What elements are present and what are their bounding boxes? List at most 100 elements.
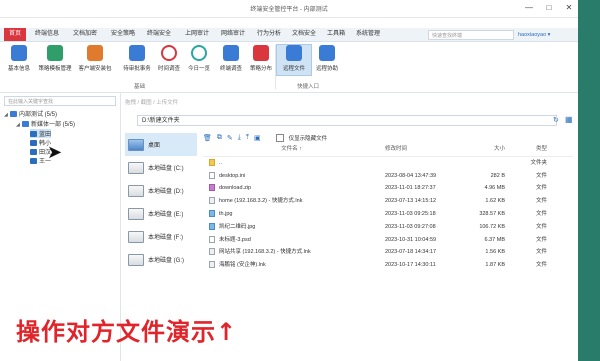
delete-icon[interactable]: 🗑 bbox=[203, 134, 212, 142]
drive-e[interactable]: 本地磁盘 (E:) bbox=[125, 202, 197, 225]
new-folder-icon[interactable]: ▣ bbox=[254, 134, 261, 142]
file-row[interactable]: 凯纪二维码.jpg 2023-11-03 09:27:08 106.72 KB 文件 bbox=[203, 221, 573, 234]
file-name: 网站共享 (192.168.3.2) - 快捷方式.lnk bbox=[209, 246, 374, 259]
file-date: 2023-11-01 18:27:37 bbox=[385, 185, 436, 192]
menu-doc-encrypt[interactable]: 文档加密 bbox=[68, 28, 102, 41]
path-input[interactable]: D:\新建文件夹 bbox=[137, 115, 557, 126]
drive-label: 本地磁盘 (F:) bbox=[148, 235, 183, 241]
file-size: 282 B bbox=[490, 172, 505, 179]
menu-behavior-analysis[interactable]: 行为分析 bbox=[252, 28, 286, 41]
file-row[interactable]: download.zip 2023-11-01 18:27:37 4.96 MB 文件 bbox=[203, 182, 573, 195]
download-icon[interactable]: ⤓ bbox=[238, 134, 241, 142]
file-row[interactable]: home (192.168.3.2) - 快捷方式.lnk 2023-07-13 … bbox=[203, 195, 573, 208]
ribbon-approval-button[interactable]: 待审批事务 bbox=[120, 45, 154, 72]
package-icon bbox=[87, 45, 103, 61]
file-row[interactable]: th.jpg 2023-11-03 09:25:18 328.57 KB 文件 bbox=[203, 208, 573, 221]
computer-icon bbox=[30, 158, 37, 165]
title-bar: 终端安全管控平台 - 内部测试 — □ ✕ bbox=[0, 0, 578, 18]
drive-c[interactable]: 本地磁盘 (C:) bbox=[125, 156, 197, 179]
menu-web-audit[interactable]: 上网审计 bbox=[180, 28, 214, 41]
menu-terminal-security[interactable]: 终端安全 bbox=[142, 28, 176, 41]
upload-icon[interactable]: ⤒ bbox=[246, 134, 249, 142]
file-name: 凯纪二维码.jpg bbox=[209, 221, 374, 234]
ribbon-template-button[interactable]: 策略模板管理 bbox=[38, 45, 72, 72]
ribbon-label: 终端调查 bbox=[219, 66, 242, 72]
file-date: 2023-08-04 13:47:39 bbox=[385, 172, 437, 179]
col-type-header[interactable]: 类型 bbox=[515, 143, 547, 156]
drive-label: 本地磁盘 (C:) bbox=[148, 166, 184, 172]
file-date: 2023-07-18 14:34:17 bbox=[385, 249, 437, 256]
tree-node-dept[interactable]: ◢ 新媒体一部 (5/5) bbox=[16, 119, 75, 128]
maximize-icon[interactable]: □ bbox=[544, 2, 554, 14]
menu-network-audit[interactable]: 网络审计 bbox=[216, 28, 250, 41]
ribbon-remote-assist-button[interactable]: 远程协助 bbox=[310, 45, 344, 72]
file-name-text: 未标题-3.psd bbox=[219, 236, 251, 243]
mouse-cursor-icon: ➤ bbox=[47, 142, 63, 162]
group-icon bbox=[22, 121, 29, 128]
menu-security-policy[interactable]: 安全策略 bbox=[106, 28, 140, 41]
col-size-header[interactable]: 大小 bbox=[471, 143, 505, 156]
file-date: 2023-10-17 14:30:11 bbox=[385, 262, 436, 269]
menu-doc-security[interactable]: 文档安全 bbox=[287, 28, 321, 41]
ribbon-basic-info-button[interactable]: 基本信息 bbox=[2, 45, 36, 72]
ribbon-label: 基本信息 bbox=[7, 66, 30, 72]
eye-icon bbox=[191, 45, 207, 61]
file-row[interactable]: 海鹏铭 (安企神).lnk 2023-10-17 14:30:11 1.87 KB 文… bbox=[203, 259, 573, 272]
folder-icon bbox=[209, 158, 215, 166]
file-row[interactable]: .. 文件夹 bbox=[203, 157, 573, 170]
show-hidden-checkbox[interactable] bbox=[275, 134, 284, 142]
file-icon bbox=[209, 235, 215, 243]
remote-assist-icon bbox=[319, 45, 335, 61]
ribbon-label: 策略模板管理 bbox=[38, 66, 72, 72]
file-name: 海鹏铭 (安企神).lnk bbox=[209, 259, 374, 272]
menu-system-management[interactable]: 系统管理 bbox=[351, 28, 385, 41]
file-size: 1.87 KB bbox=[485, 262, 505, 269]
ribbon-label: 今日一览 bbox=[187, 66, 210, 72]
file-name: th.jpg bbox=[209, 208, 374, 221]
ribbon-today-button[interactable]: 今日一览 bbox=[182, 45, 216, 72]
drive-list: 桌面 本地磁盘 (C:) 本地磁盘 (D:) 本地磁盘 (E:) 本地磁盘 (F… bbox=[125, 133, 197, 271]
file-row[interactable]: desktop.ini 2023-08-04 13:47:39 282 B 文件 bbox=[203, 170, 573, 183]
menu-toolbox[interactable]: 工具箱 bbox=[322, 28, 350, 41]
refresh-icon[interactable]: ↻ bbox=[553, 116, 559, 124]
drive-g[interactable]: 本地磁盘 (G:) bbox=[125, 248, 197, 271]
file-size: 106.72 KB bbox=[479, 223, 505, 230]
grid-view-icon[interactable]: ▦ bbox=[565, 115, 573, 124]
rename-icon[interactable]: ✎ bbox=[227, 134, 233, 142]
disk-icon bbox=[128, 161, 144, 174]
file-name: download.zip bbox=[209, 182, 374, 195]
ribbon-policy-distribution-button[interactable]: 策略分布 bbox=[244, 45, 278, 72]
app-window: 终端安全管控平台 - 内部测试 — □ ✕ 首页 终端信息 文档加密 安全策略 … bbox=[0, 0, 578, 361]
file-row[interactable]: 未标题-3.psd 2023-10-31 10:04:59 6.37 MB 文件 bbox=[203, 234, 573, 247]
disk-icon bbox=[128, 230, 144, 243]
file-icon bbox=[209, 171, 215, 179]
tree-node-terminal[interactable]: 蓝田 bbox=[30, 129, 52, 138]
computer-icon bbox=[30, 131, 37, 138]
user-info-icon bbox=[11, 45, 27, 61]
ribbon-label: 策略分布 bbox=[249, 66, 272, 72]
tree-search-input[interactable]: 在此输入关键字查找 bbox=[4, 96, 116, 106]
drive-d[interactable]: 本地磁盘 (D:) bbox=[125, 179, 197, 202]
menu-terminal-info[interactable]: 终端信息 bbox=[30, 28, 64, 41]
minimize-icon[interactable]: — bbox=[524, 2, 534, 14]
file-type: 文件 bbox=[535, 223, 547, 230]
ribbon-time-survey-button[interactable]: 时间调查 bbox=[152, 45, 186, 72]
quick-search-input[interactable]: 快速查找终端 bbox=[428, 30, 514, 40]
drive-desktop[interactable]: 桌面 bbox=[125, 133, 197, 156]
window-title: 终端安全管控平台 - 内部测试 bbox=[250, 7, 328, 13]
ribbon-remote-file-button[interactable]: 远程文件 bbox=[276, 44, 312, 76]
copy-icon[interactable]: ⧉ bbox=[217, 134, 222, 142]
file-size: 328.57 KB bbox=[479, 210, 505, 217]
file-size: 1.56 KB bbox=[485, 249, 505, 256]
close-icon[interactable]: ✕ bbox=[564, 2, 574, 14]
file-type: 文件 bbox=[535, 249, 547, 256]
drive-f[interactable]: 本地磁盘 (F:) bbox=[125, 225, 197, 248]
col-name-header[interactable]: 文件名 ↑ bbox=[209, 143, 374, 156]
file-row[interactable]: 网站共享 (192.168.3.2) - 快捷方式.lnk 2023-07-18 … bbox=[203, 246, 573, 259]
ribbon-install-package-button[interactable]: 客户端安装包 bbox=[78, 45, 112, 72]
col-date-header[interactable]: 修改时间 bbox=[385, 143, 465, 156]
tree-node-root[interactable]: ◢ 内部测试 (5/5) bbox=[4, 109, 57, 118]
menu-home[interactable]: 首页 bbox=[4, 28, 27, 41]
ribbon-terminal-survey-button[interactable]: 终端调查 bbox=[214, 45, 248, 72]
current-user[interactable]: haoxiaoyao ▾ bbox=[518, 30, 550, 40]
